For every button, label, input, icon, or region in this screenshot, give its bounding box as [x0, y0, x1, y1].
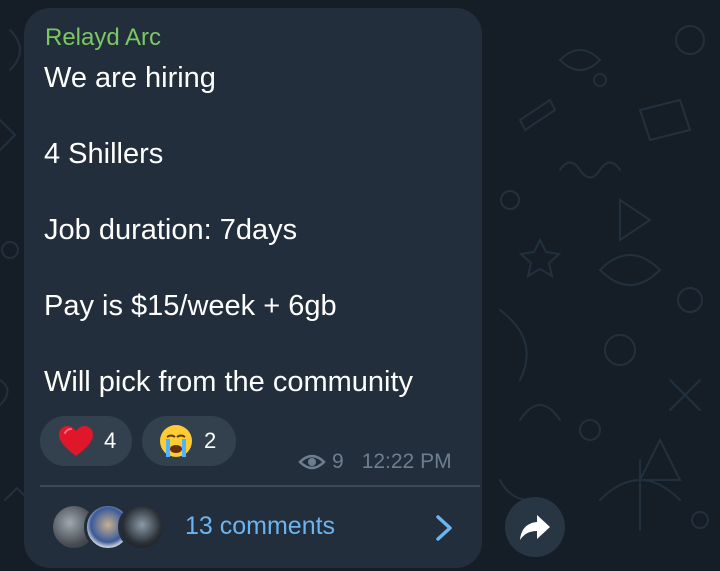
message-line: Job duration: 7days — [44, 214, 298, 246]
reaction-heart[interactable]: 4 — [40, 416, 132, 466]
heart-icon — [59, 426, 93, 456]
share-arrow-icon — [520, 515, 550, 540]
share-button[interactable] — [505, 497, 565, 557]
comments-link[interactable]: 13 comments — [185, 512, 335, 541]
message-line: Will pick from the community — [44, 366, 414, 398]
avatar — [118, 503, 166, 551]
message-line: We are hiring — [44, 62, 216, 94]
chevron-right-icon[interactable] — [432, 513, 456, 543]
sender-name[interactable]: Relayd Arc — [45, 24, 161, 52]
message-time: 12:22 PM — [361, 450, 452, 473]
reaction-count: 2 — [204, 428, 217, 453]
reaction-count: 4 — [104, 428, 117, 453]
reaction-crying[interactable]: 2 — [142, 416, 236, 466]
message-line: Pay is $15/week + 6gb — [44, 290, 337, 322]
crying-face-icon — [160, 425, 192, 457]
eye-icon — [298, 454, 326, 470]
message-line: 4 Shillers — [44, 138, 164, 170]
message-meta: 9 12:22 PM — [298, 450, 452, 474]
divider — [40, 485, 480, 487]
view-count: 9 — [332, 450, 344, 473]
